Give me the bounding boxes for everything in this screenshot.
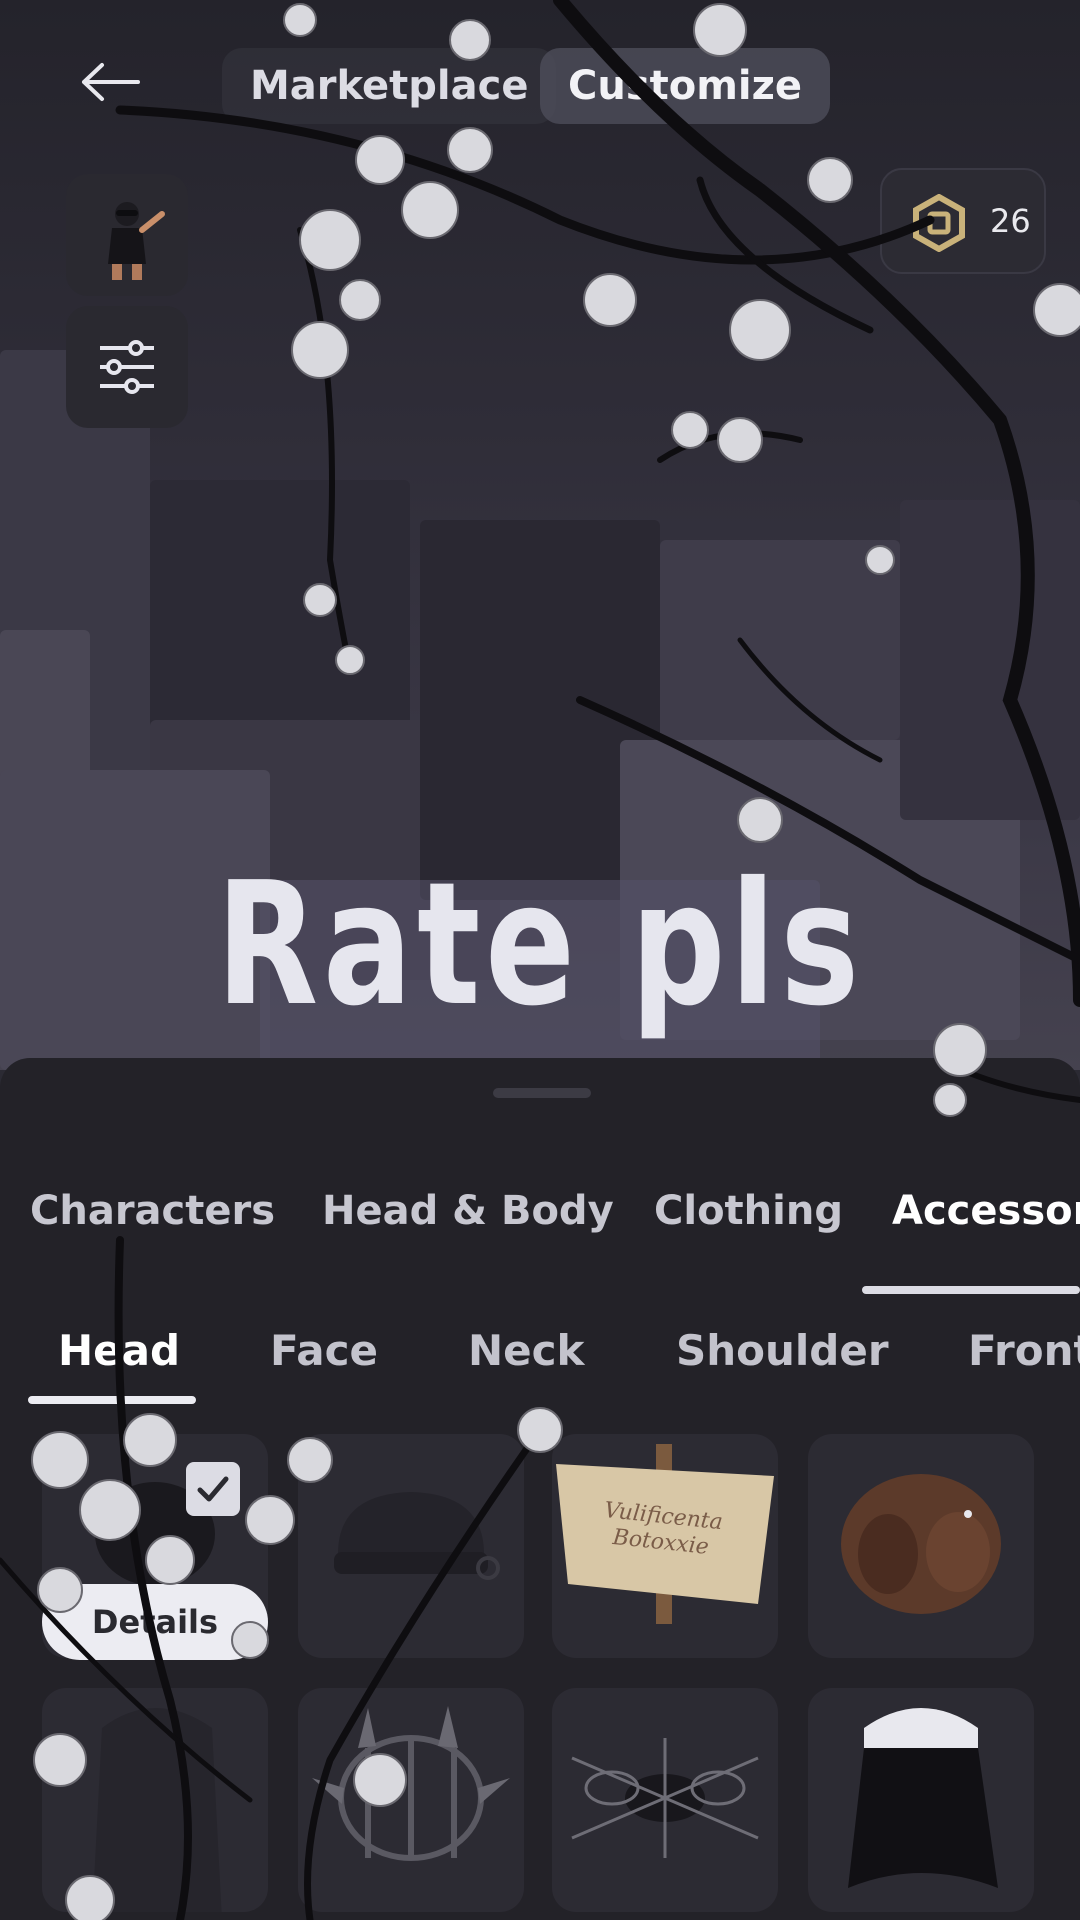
sliders-icon xyxy=(100,340,154,394)
robux-amount: 26 xyxy=(990,202,1031,240)
subtab-front[interactable]: Front xyxy=(968,1326,1080,1375)
item-tile-sign[interactable]: Vulificenta Botoxxie xyxy=(552,1434,778,1658)
subtab-active-indicator xyxy=(28,1396,196,1404)
item-tile-thorn-crown[interactable] xyxy=(552,1688,778,1912)
cap-icon xyxy=(334,1492,500,1580)
subtab-shoulder[interactable]: Shoulder xyxy=(676,1326,889,1375)
category-active-indicator xyxy=(862,1286,1080,1294)
scene-block xyxy=(660,540,900,740)
subtab-head[interactable]: Head xyxy=(58,1326,180,1375)
subtab-neck[interactable]: Neck xyxy=(468,1326,584,1375)
category-clothing[interactable]: Clothing xyxy=(654,1188,843,1234)
tab-customize[interactable]: Customize xyxy=(540,48,831,124)
item-tile-veil[interactable] xyxy=(808,1688,1034,1912)
hair-icon xyxy=(841,1474,1001,1614)
item-tile-brown-hair[interactable] xyxy=(808,1434,1034,1658)
robux-icon xyxy=(913,194,965,252)
checkmark-icon xyxy=(197,1476,229,1502)
category-characters[interactable]: Characters xyxy=(30,1188,275,1234)
veil-icon xyxy=(848,1708,998,1888)
top-bar: Marketplace Customize xyxy=(0,40,1080,130)
equipped-checkbox[interactable] xyxy=(186,1462,240,1516)
subtab-face[interactable]: Face xyxy=(270,1326,378,1375)
overlay-caption: Rate pls xyxy=(216,846,864,1044)
item-tile-cap[interactable] xyxy=(298,1434,524,1658)
back-button[interactable] xyxy=(78,62,158,112)
robux-balance[interactable]: 26 xyxy=(880,168,1046,274)
category-accessories[interactable]: Accessor xyxy=(892,1188,1080,1234)
item-tile-hood[interactable] xyxy=(42,1688,268,1912)
tab-marketplace[interactable]: Marketplace xyxy=(222,48,557,124)
back-arrow-icon xyxy=(82,63,140,101)
scene-block xyxy=(900,500,1080,820)
details-button[interactable]: Details xyxy=(42,1584,268,1660)
item-tile-spiked-cage[interactable] xyxy=(298,1688,524,1912)
category-head-body[interactable]: Head & Body xyxy=(322,1188,614,1234)
scene-block xyxy=(0,630,90,780)
hood-icon xyxy=(92,1708,222,1912)
cage-icon xyxy=(312,1706,510,1861)
avatar-thumbnail xyxy=(108,202,165,280)
crown-icon xyxy=(571,1738,759,1858)
drag-handle[interactable] xyxy=(493,1088,591,1098)
avatar-button[interactable] xyxy=(66,174,188,296)
filter-button[interactable] xyxy=(66,306,188,428)
